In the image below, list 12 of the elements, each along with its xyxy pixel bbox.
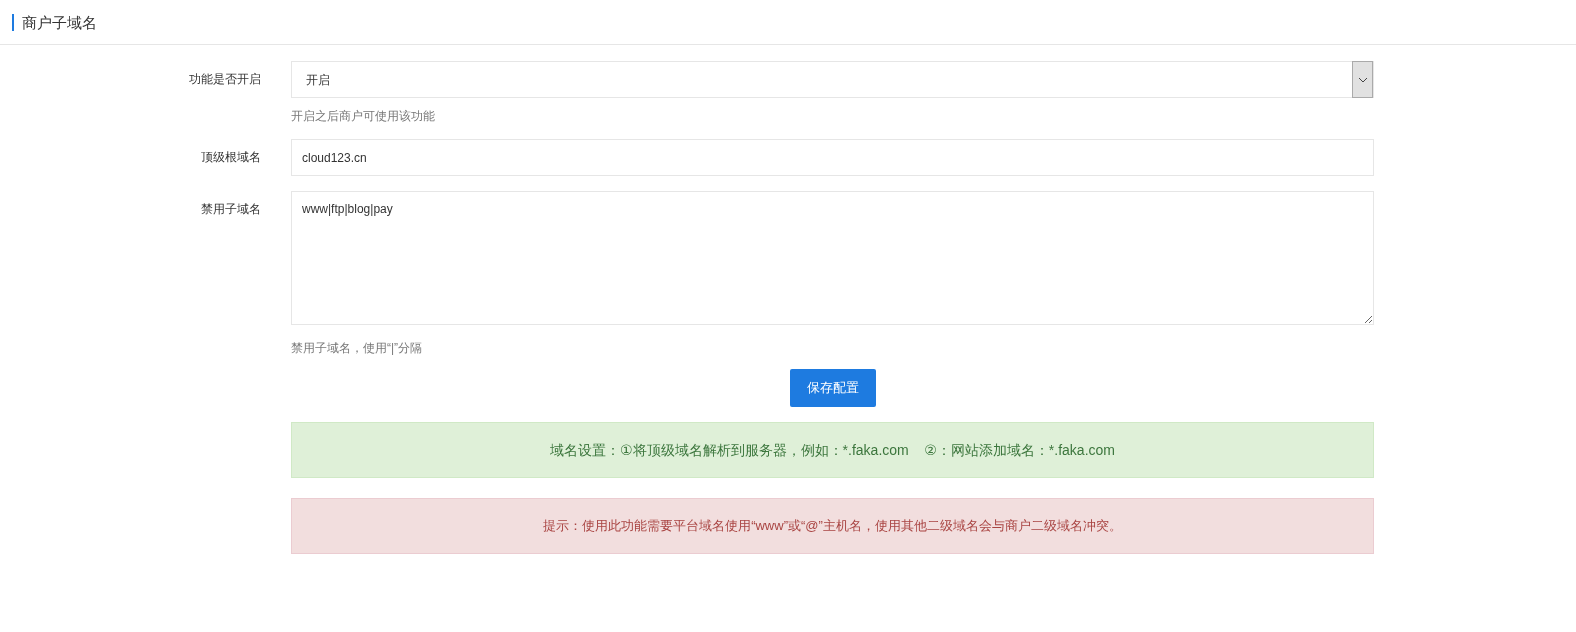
help-text: 禁用子域名，使用“|”分隔 (291, 340, 424, 356)
help-text: 开启之后商户可使用该功能 (291, 108, 436, 124)
field-label: 顶级根域名 (200, 149, 261, 166)
select-field[interactable]: 开启 (291, 61, 1374, 98)
page-title: 商户子域名 (12, 13, 97, 31)
textarea-field[interactable]: www|ftp|blog|pay (291, 191, 1374, 325)
field-label: 功能是否开启 (188, 71, 261, 88)
field-label: 禁用子域名 (200, 201, 261, 218)
text-input[interactable]: cloud123.cn (291, 139, 1374, 176)
save-button[interactable]: 保存配置 (789, 369, 876, 407)
info-alert: 域名设置：①将顶级域名解析到服务器，例如：*.faka.com ②：网站添加域名：*.faka.com (291, 422, 1374, 478)
warning-alert: 提示：使用此功能需要平台域名使用“www”或“@”主机名，使用其他二级域名会与商户二级域名冲突。 (291, 498, 1374, 554)
